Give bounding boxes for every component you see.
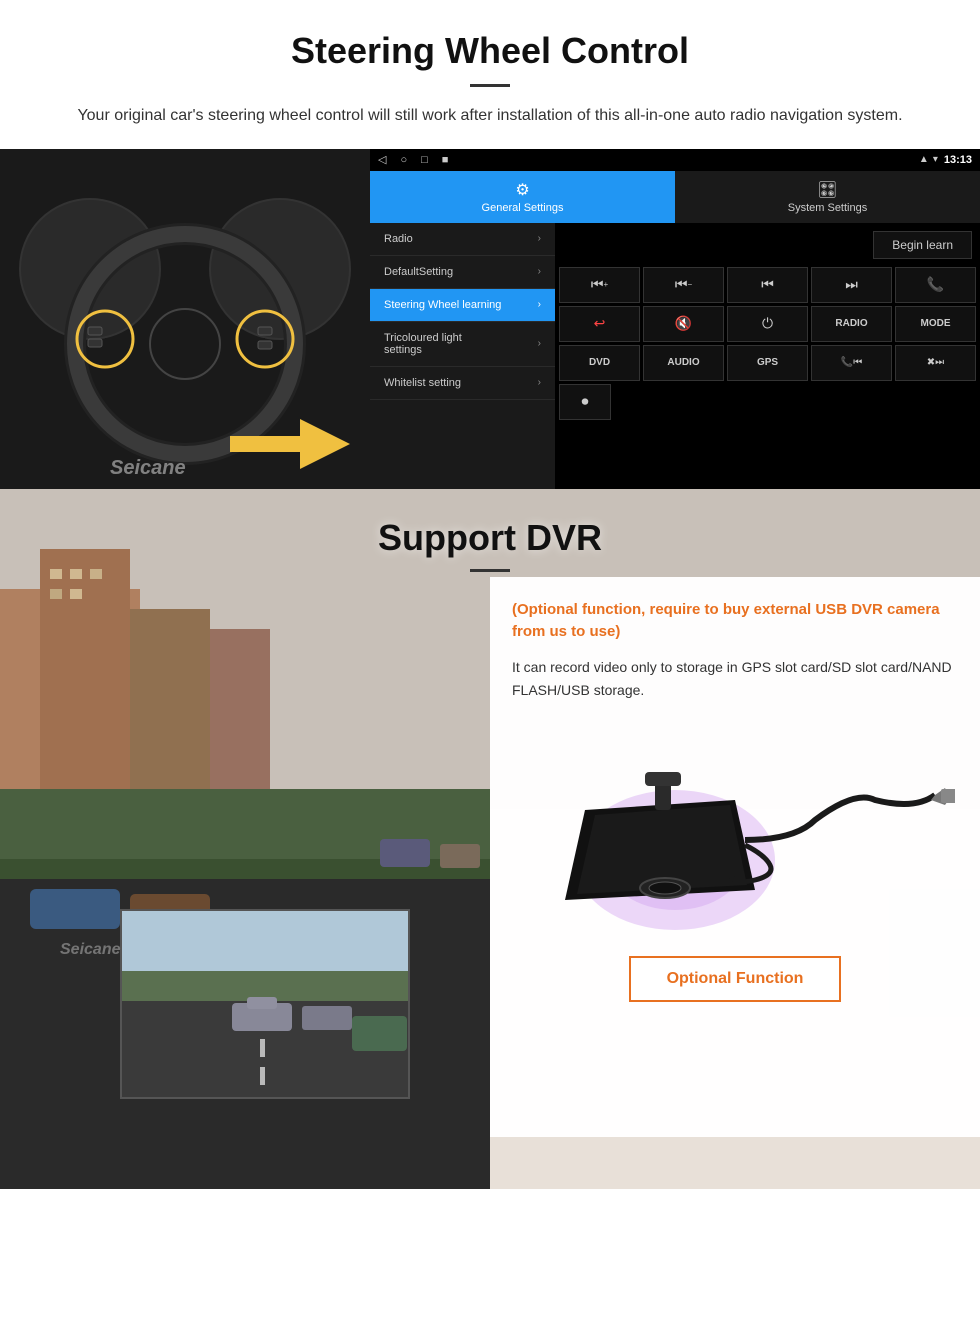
ctrl-power[interactable]: ⏻ <box>727 306 808 342</box>
steering-chevron-icon: › <box>538 299 541 310</box>
page-title: Steering Wheel Control <box>60 30 920 72</box>
signal-icon: ▲ <box>919 154 929 165</box>
steering-image-area: Seicane <box>0 149 370 489</box>
ctrl-audio[interactable]: AUDIO <box>643 345 724 381</box>
general-tab-icon: ⚙ <box>515 180 529 200</box>
android-ui: ◁ ○ □ ■ ▲ ▾ 13:13 ⚙ General Settings 🎛 S… <box>370 149 980 489</box>
dvr-divider <box>470 569 510 572</box>
svg-text:Seicane: Seicane <box>110 457 186 479</box>
dvr-watermark: Seicane <box>60 941 120 959</box>
home-icon[interactable]: ○ <box>400 154 407 166</box>
menu-item-radio[interactable]: Radio › <box>370 223 555 256</box>
system-tab-icon: 🎛 <box>817 180 837 200</box>
ctrl-prev-track[interactable]: ⏮ <box>727 267 808 303</box>
ctrl-row-4: ⏺ <box>559 384 976 420</box>
title-divider <box>470 84 510 87</box>
menu-item-steering-label: Steering Wheel learning <box>384 299 501 311</box>
header-section: Steering Wheel Control Your original car… <box>0 0 980 149</box>
steering-panel: Seicane ◁ ○ □ ■ ▲ ▾ 13:13 ⚙ General Sett… <box>0 149 980 489</box>
dvr-description: It can record video only to storage in G… <box>512 656 958 702</box>
begin-learn-row: Begin learn <box>559 227 976 263</box>
menu-item-radio-label: Radio <box>384 233 413 245</box>
ctrl-next-track[interactable]: ⏭ <box>811 267 892 303</box>
subtitle-text: Your original car's steering wheel contr… <box>60 103 920 129</box>
defaultsetting-chevron-icon: › <box>538 266 541 277</box>
statusbar-time: 13:13 <box>944 154 972 166</box>
tab-system[interactable]: 🎛 System Settings <box>675 171 980 223</box>
optional-function-button[interactable]: Optional Function <box>629 956 842 1002</box>
ctrl-row-1: ⏮+ ⏮− ⏮ ⏭ 📞 <box>559 267 976 303</box>
back-icon[interactable]: ◁ <box>378 153 386 166</box>
menu-controls: Radio › DefaultSetting › Steering Wheel … <box>370 223 980 489</box>
settings-tabs: ⚙ General Settings 🎛 System Settings <box>370 171 980 223</box>
menu-item-tricoloured-label: Tricoloured lightsettings <box>384 332 462 356</box>
dvr-camera-illustration <box>512 710 958 950</box>
dvr-optional-notice: (Optional function, require to buy exter… <box>512 599 958 644</box>
menu-item-defaultsetting[interactable]: DefaultSetting › <box>370 256 555 289</box>
general-tab-label: General Settings <box>482 202 564 214</box>
ctrl-mute[interactable]: 🔇 <box>643 306 724 342</box>
dvr-title-area: Support DVR <box>0 489 980 592</box>
ctrl-skip-next[interactable]: ✖⏭ <box>895 345 976 381</box>
dvr-content-card: (Optional function, require to buy exter… <box>490 577 980 1137</box>
tricoloured-chevron-icon: › <box>538 338 541 349</box>
ctrl-vol-down[interactable]: ⏮− <box>643 267 724 303</box>
ctrl-row-2: ↩ 🔇 ⏻ RADIO MODE <box>559 306 976 342</box>
system-tab-label: System Settings <box>788 202 867 214</box>
menu-icon[interactable]: ■ <box>442 154 449 166</box>
ctrl-vol-up[interactable]: ⏮+ <box>559 267 640 303</box>
menu-item-defaultsetting-label: DefaultSetting <box>384 266 453 278</box>
dvr-title: Support DVR <box>0 517 980 559</box>
dvr-screenshot <box>120 909 410 1099</box>
ctrl-radio[interactable]: RADIO <box>811 306 892 342</box>
begin-learn-button[interactable]: Begin learn <box>873 231 972 259</box>
ctrl-dvd[interactable]: DVD <box>559 345 640 381</box>
dvr-section: Support DVR Seicane (Optional functi <box>0 489 980 1189</box>
wifi-icon: ▾ <box>933 154 938 165</box>
ctrl-mode[interactable]: MODE <box>895 306 976 342</box>
radio-chevron-icon: › <box>538 233 541 244</box>
whitelist-chevron-icon: › <box>538 377 541 388</box>
menu-item-steering[interactable]: Steering Wheel learning › <box>370 289 555 322</box>
ctrl-hangup[interactable]: ↩ <box>559 306 640 342</box>
ctrl-row-3: DVD AUDIO GPS 📞⏮ ✖⏭ <box>559 345 976 381</box>
tab-general[interactable]: ⚙ General Settings <box>370 171 675 223</box>
menu-list: Radio › DefaultSetting › Steering Wheel … <box>370 223 555 489</box>
menu-item-whitelist[interactable]: Whitelist setting › <box>370 367 555 400</box>
menu-item-tricoloured[interactable]: Tricoloured lightsettings › <box>370 322 555 367</box>
android-statusbar: ◁ ○ □ ■ ▲ ▾ 13:13 <box>370 149 980 171</box>
recents-icon[interactable]: □ <box>421 154 428 166</box>
ctrl-gps[interactable]: GPS <box>727 345 808 381</box>
ctrl-call-prev[interactable]: 📞⏮ <box>811 345 892 381</box>
ctrl-call[interactable]: 📞 <box>895 267 976 303</box>
controls-panel: Begin learn ⏮+ ⏮− ⏮ ⏭ 📞 ↩ 🔇 ⏻ RADIO MODE <box>555 223 980 489</box>
ctrl-record[interactable]: ⏺ <box>559 384 611 420</box>
menu-item-whitelist-label: Whitelist setting <box>384 377 461 389</box>
